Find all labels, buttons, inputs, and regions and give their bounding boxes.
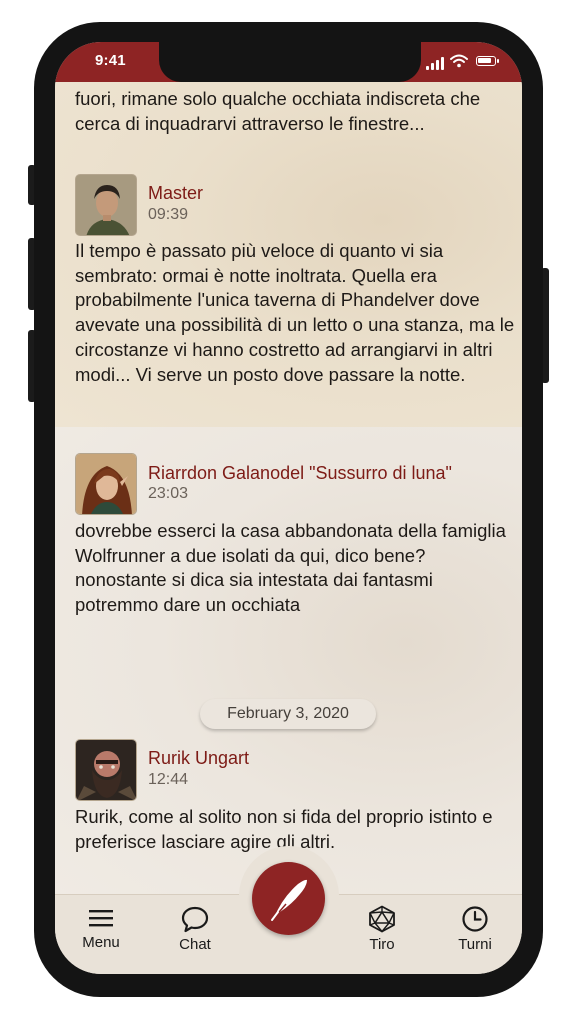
- nav-chat[interactable]: Chat: [160, 905, 230, 953]
- phone-screen: 9:41 fuori, rimane solo qualche occhiata…: [55, 42, 522, 974]
- message-author[interactable]: Master: [148, 183, 203, 204]
- battery-icon: [476, 56, 499, 66]
- date-separator: February 3, 2020: [200, 699, 376, 729]
- avatar-rurik[interactable]: [75, 739, 137, 801]
- clock-icon: [462, 906, 488, 932]
- d20-dice-icon: [369, 905, 395, 933]
- message-time: 12:44: [148, 771, 189, 788]
- wifi-icon: [450, 54, 468, 68]
- status-icons: [426, 54, 499, 70]
- compose-button[interactable]: [252, 862, 325, 935]
- message-text: fuori, rimane solo qualche occhiata indi…: [75, 88, 481, 134]
- nav-label: Tiro: [369, 936, 395, 953]
- nav-label: Menu: [82, 934, 120, 951]
- nav-turni[interactable]: Turni: [440, 905, 510, 953]
- avatar-riarrdon[interactable]: [75, 453, 137, 515]
- message-text: dovrebbe esserci la casa abbandonata del…: [75, 520, 506, 616]
- signal-bar: [431, 63, 434, 70]
- signal-bar: [436, 60, 439, 70]
- hamburger-icon: [89, 910, 113, 927]
- status-time: 9:41: [95, 52, 126, 69]
- signal-icon: [426, 66, 429, 70]
- message-time: 23:03: [148, 485, 189, 502]
- message-time: 09:39: [148, 206, 189, 223]
- avatar-master[interactable]: [75, 174, 137, 236]
- message-text: Il tempo è passato più veloce di quanto …: [75, 240, 515, 385]
- message-author[interactable]: Riarrdon Galanodel "Sussurro di luna": [148, 463, 452, 484]
- chat-bubble-icon: [181, 906, 209, 933]
- phone-notch: [159, 42, 421, 82]
- message-author[interactable]: Rurik Ungart: [148, 748, 249, 769]
- signal-bar: [441, 57, 444, 70]
- nav-tiro[interactable]: Tiro: [347, 905, 417, 953]
- quill-feather-icon: [271, 879, 307, 921]
- chat-scroll-area[interactable]: fuori, rimane solo qualche occhiata indi…: [55, 82, 522, 894]
- nav-label: Turni: [458, 936, 492, 953]
- nav-label: Chat: [179, 936, 211, 953]
- nav-menu[interactable]: Menu: [66, 905, 136, 951]
